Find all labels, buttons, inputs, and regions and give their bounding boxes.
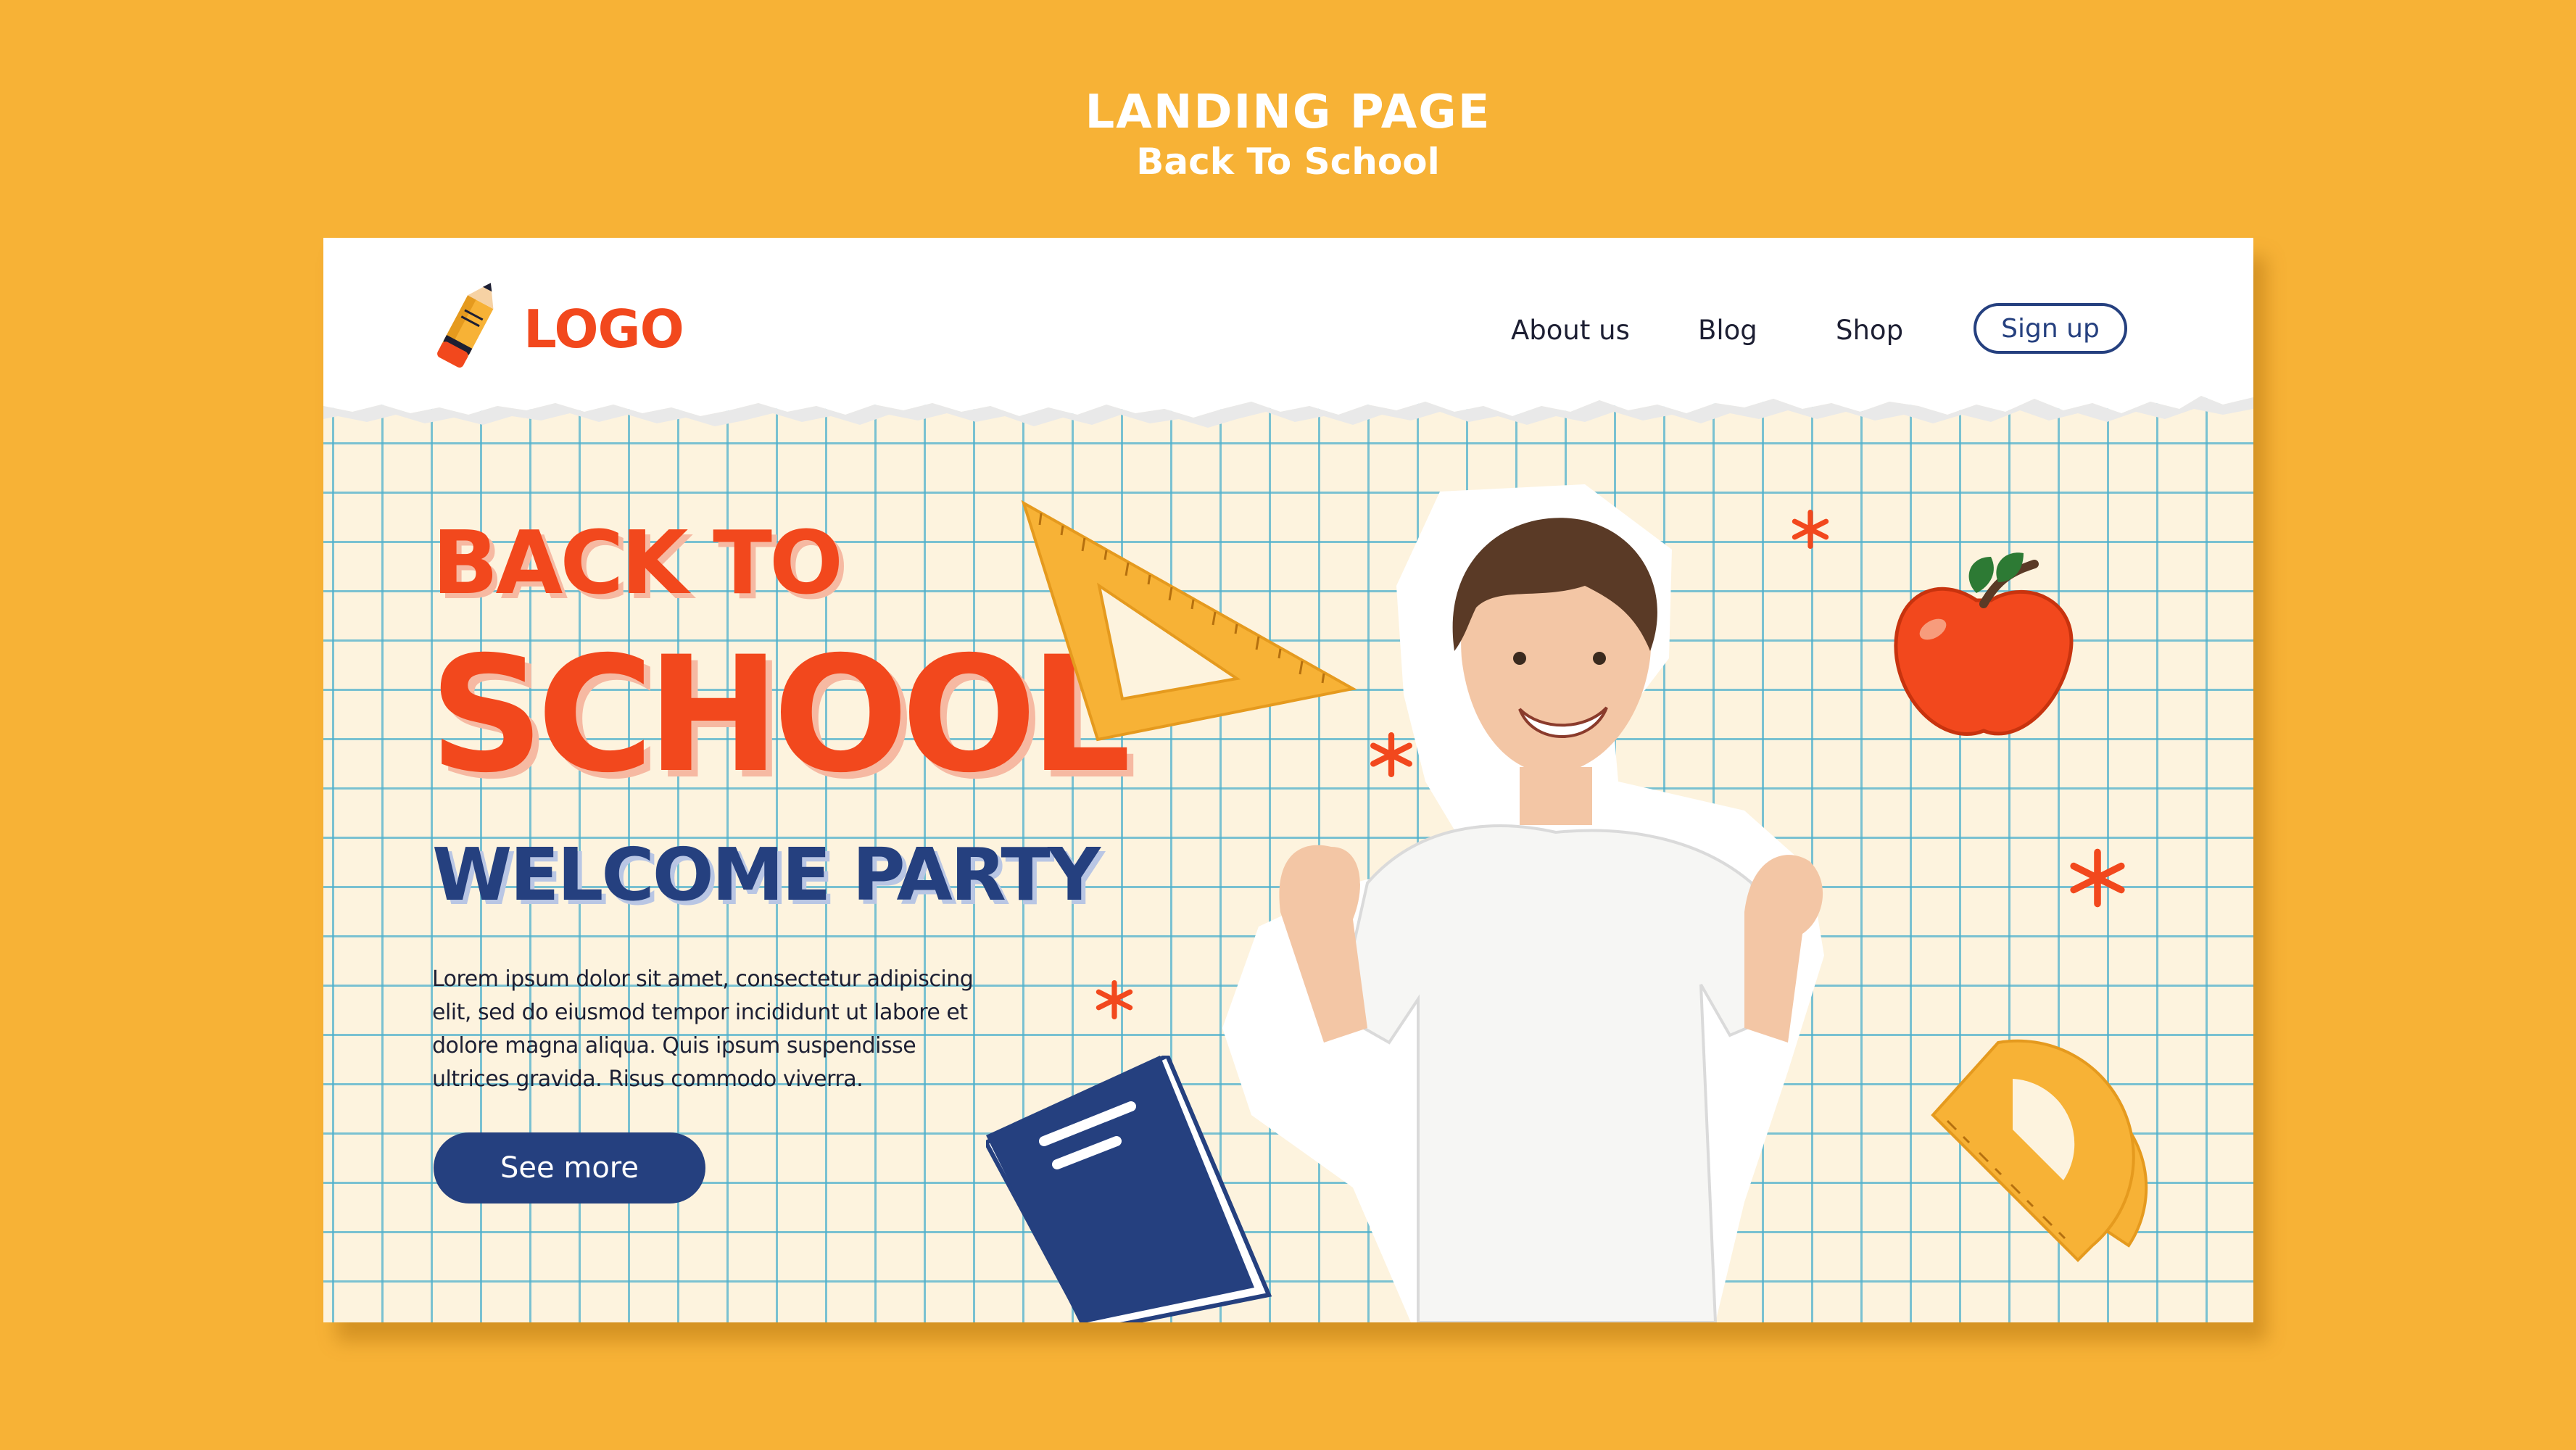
nav-link-shop[interactable]: Shop: [1836, 315, 1903, 346]
see-more-button[interactable]: See more: [434, 1132, 705, 1204]
asterisk-icon: [1370, 732, 1412, 778]
asterisk-icon: [1096, 980, 1133, 1019]
apple-icon: [1894, 552, 2074, 736]
nav-link-blog[interactable]: Blog: [1698, 315, 1757, 346]
page-subheading: Back To School: [1136, 141, 1440, 183]
page-heading: LANDING PAGE: [1085, 86, 1491, 139]
hero-body-text: Lorem ipsum dolor sit amet, consectetur …: [432, 966, 974, 1092]
asterisk-icon: [1792, 510, 1829, 549]
notebook-icon: [986, 1056, 1272, 1322]
hero-subtitle: WELCOME PARTY: [432, 832, 1101, 917]
hero-title-line-1: BACK TO: [432, 513, 843, 614]
asterisk-icon: [2070, 848, 2125, 908]
nav-link-about-us[interactable]: About us: [1511, 315, 1630, 346]
pencil-icon[interactable]: [431, 277, 503, 378]
landing-page-mockup: LOGO About us Blog Shop Sign up BACK TO …: [323, 238, 2253, 1322]
smiling-boy-photo: [1222, 484, 1824, 1322]
protractor-icon: [1931, 1039, 2148, 1262]
logo-text[interactable]: LOGO: [523, 299, 684, 360]
sign-up-button[interactable]: Sign up: [1974, 303, 2127, 354]
